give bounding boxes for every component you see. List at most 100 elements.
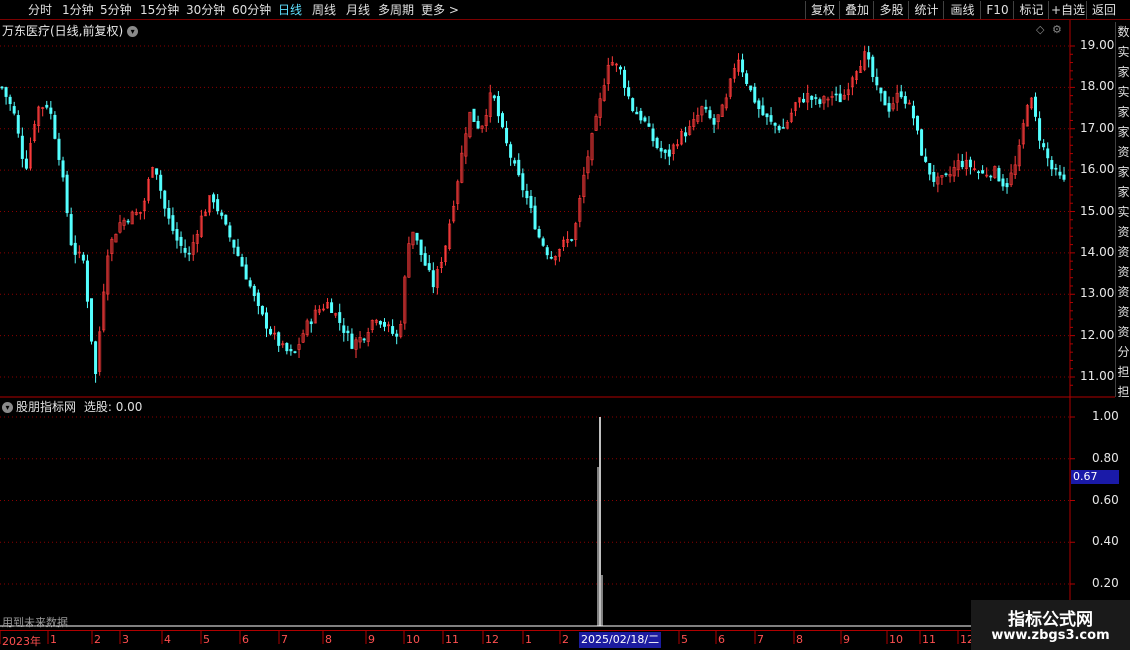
candle-body	[8, 96, 12, 105]
candle-body	[252, 285, 256, 297]
candle-body	[476, 120, 480, 129]
candle-body	[330, 302, 334, 313]
candle-body	[1005, 183, 1009, 188]
candle-body	[57, 138, 61, 160]
candle-body	[155, 168, 159, 175]
candle-body	[1054, 167, 1058, 170]
candle-body	[167, 208, 171, 219]
candle-body	[53, 114, 57, 139]
time-label: 1	[525, 633, 532, 646]
candle-body	[16, 115, 20, 134]
candle-body	[875, 76, 879, 86]
side-info-strip[interactable]: 数实家实家家资家家实资资资资资资分担担	[1115, 22, 1130, 397]
candle-body	[4, 87, 8, 97]
candle-body	[0, 86, 4, 89]
indicator-tick-label: 1.00	[1092, 409, 1119, 423]
strip-char: 数	[1117, 25, 1130, 39]
indicator-tick-label: 0.40	[1092, 534, 1119, 549]
candle-body	[623, 69, 627, 88]
time-label: 8	[325, 633, 332, 646]
watermark-url: www.zbgs3.com	[991, 628, 1110, 643]
price-tick-label: 18.00	[1080, 79, 1115, 94]
time-label: 1	[50, 633, 57, 646]
candle-body	[924, 156, 928, 162]
candle-body	[960, 160, 964, 168]
candle-body	[769, 115, 773, 122]
indicator-title[interactable]: ▾ 股朋指标网 选股: 0.00	[2, 398, 142, 415]
time-label: 4	[164, 633, 171, 646]
candle-body	[517, 159, 521, 176]
candle-body	[989, 175, 993, 178]
candle-body	[496, 96, 500, 117]
strip-char: 资	[1117, 145, 1130, 159]
candle-body	[81, 254, 85, 261]
candle-body	[277, 332, 281, 346]
candle-body	[631, 98, 635, 112]
candle-body	[810, 95, 814, 100]
candle-body	[635, 111, 639, 115]
candle-body	[126, 220, 130, 223]
strip-char: 家	[1117, 185, 1130, 199]
strip-char: 实	[1117, 45, 1130, 59]
candle-body	[968, 159, 972, 168]
candle-body	[916, 115, 920, 131]
candle-body	[525, 190, 529, 199]
candle-body	[362, 338, 366, 341]
candle-body	[529, 195, 533, 209]
strip-char: 家	[1117, 65, 1130, 79]
time-label: 5	[681, 633, 688, 646]
candle-body	[911, 105, 915, 119]
candle-body	[395, 333, 399, 337]
indicator-tick-label: 0.20	[1092, 576, 1119, 590]
candle-body	[179, 236, 183, 246]
chevron-down-icon[interactable]: ▾	[2, 402, 13, 413]
candle-body	[749, 85, 753, 91]
candle-body	[342, 325, 346, 333]
candle-body	[175, 229, 179, 241]
candle-body	[659, 147, 663, 152]
candle-body	[423, 253, 427, 266]
time-label: 9	[368, 633, 375, 646]
price-tick-label: 15.00	[1080, 203, 1115, 218]
price-tick-label: 19.00	[1080, 38, 1115, 52]
candle-body	[545, 247, 549, 256]
indicator-tick-label: 0.60	[1092, 492, 1119, 507]
candle-body	[667, 149, 671, 157]
strip-char: 资	[1117, 225, 1130, 239]
time-label: 11	[922, 633, 936, 646]
strip-char: 资	[1117, 285, 1130, 299]
candle-body	[838, 93, 842, 103]
candle-body	[472, 108, 476, 122]
candle-body	[757, 100, 761, 110]
time-label: 6	[242, 633, 249, 646]
time-axis: 2023年 1 2 3 4 5 6 7 8 9 10 11 12 1 2 5 6 7 8 9 10 11 12 2025/02…	[0, 630, 1070, 650]
candle-body	[781, 127, 785, 129]
indicator-current-tag: 0.67	[1071, 470, 1119, 484]
candle-body	[920, 129, 924, 156]
candle-body	[289, 349, 293, 352]
candle-body	[212, 194, 216, 203]
time-label: 10	[406, 633, 420, 646]
candle-body	[248, 280, 252, 287]
candle-body	[338, 312, 342, 323]
kline-chart[interactable]	[0, 0, 1130, 650]
strip-char: 家	[1117, 165, 1130, 179]
candle-body	[663, 149, 667, 153]
candle-body	[647, 123, 651, 127]
price-tick-label: 11.00	[1080, 369, 1115, 383]
strip-char: 担	[1117, 365, 1130, 379]
candle-body	[73, 242, 77, 255]
strip-char: 实	[1117, 85, 1130, 99]
candle-body	[232, 239, 236, 248]
candle-body	[899, 91, 903, 98]
candle-body	[216, 199, 220, 212]
crosshair-date-label: 2025/02/18/二	[579, 632, 662, 648]
candle-body	[61, 160, 65, 178]
price-tick-label: 12.00	[1080, 327, 1115, 342]
candle-body	[745, 73, 749, 84]
candle-body	[1050, 160, 1054, 170]
candle-body	[1062, 174, 1066, 180]
candle-body	[1046, 148, 1050, 159]
candle-body	[627, 87, 631, 97]
candle-body	[415, 232, 419, 241]
